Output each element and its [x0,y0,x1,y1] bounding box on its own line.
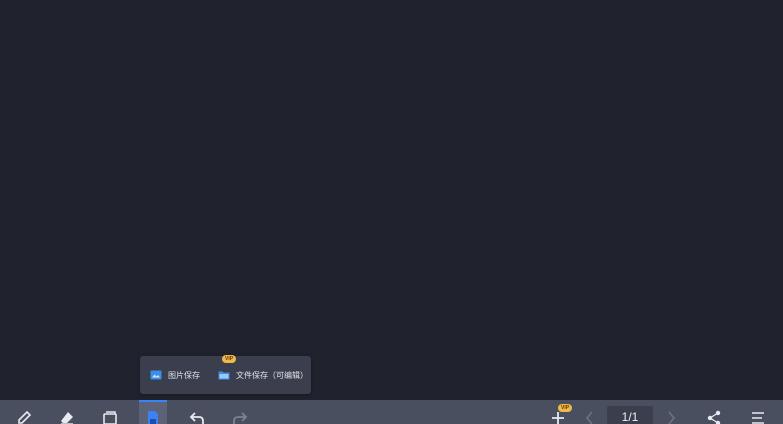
bottom-toolbar [0,400,783,424]
share-icon [707,410,721,424]
add-page-vip-badge: VIP [558,404,573,412]
vip-badge: VIP [222,354,237,363]
clear-icon [103,411,117,424]
redo-icon [233,412,248,424]
clear-board-button[interactable] [96,400,124,424]
menu-button[interactable] [744,400,772,424]
page-indicator: 1/1 [607,406,653,424]
share-button[interactable] [700,400,728,424]
folder-icon [218,370,230,380]
save-as-image-label: 图片保存 [168,370,200,380]
menu-icon [752,412,764,424]
page-indicator-text: 1/1 [621,410,639,424]
pen-button[interactable] [10,400,38,424]
next-page-button[interactable] [657,400,685,424]
undo-button[interactable] [183,400,211,424]
undo-icon [189,412,204,424]
save-as-file-option[interactable]: VIP 文件保存（可编辑） [218,354,308,381]
save-as-image-option[interactable]: 图片保存 [150,370,200,381]
drawing-canvas[interactable] [0,0,783,400]
save-button[interactable] [139,400,167,424]
next-page-icon [668,411,676,424]
eraser-icon [61,412,73,424]
pen-icon [18,410,32,424]
save-icon [148,411,158,424]
add-page-icon [552,412,564,424]
save-as-file-label: 文件保存（可编辑） [236,370,308,380]
save-menu-popup: 图片保存 VIP 文件保存（可编辑） [140,354,311,394]
image-icon [150,370,162,380]
prev-page-icon [585,411,593,424]
prev-page-button[interactable] [576,400,604,424]
eraser-button[interactable] [53,400,81,424]
redo-button[interactable] [226,400,254,424]
